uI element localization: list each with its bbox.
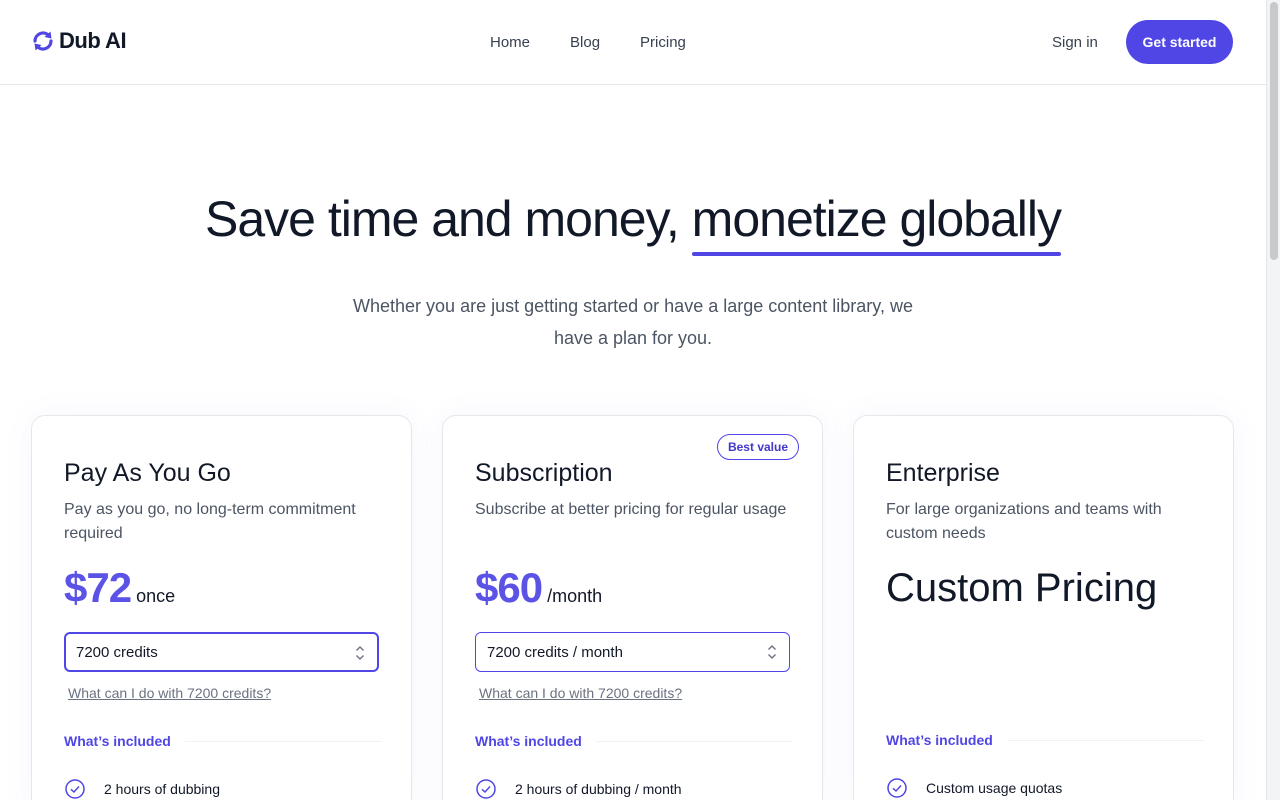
- plan-title: Enterprise: [886, 459, 1000, 487]
- main-nav: Home Blog Pricing: [490, 34, 686, 51]
- nav-home[interactable]: Home: [490, 34, 530, 51]
- brand-name: Dub AI: [59, 28, 127, 53]
- feature-item: 2 hours of dubbing / month: [475, 778, 682, 800]
- included-label: What’s included: [64, 733, 171, 749]
- page-scrollbar[interactable]: [1266, 0, 1280, 800]
- included-header: What’s included: [886, 732, 1204, 748]
- hero-subtitle: Whether you are just getting started or …: [353, 296, 913, 348]
- price-unit: /month: [547, 586, 603, 606]
- feature-item: 2 hours of dubbing: [64, 778, 220, 800]
- included-header: What’s included: [475, 733, 793, 749]
- best-value-badge: Best value: [716, 434, 799, 460]
- included-label: What’s included: [886, 732, 993, 748]
- plan-title: Subscription: [475, 459, 613, 487]
- plan-title: Pay As You Go: [64, 459, 231, 487]
- price-amount: $60: [475, 564, 543, 611]
- plan-card-subscription: Best value Subscription Subscribe at bet…: [442, 415, 823, 800]
- credits-select-value: 7200 credits / month: [487, 643, 623, 661]
- feature-item: Custom usage quotas: [886, 777, 1062, 799]
- hero-title: Save time and money, monetize globally: [0, 190, 1266, 256]
- feature-text: 2 hours of dubbing / month: [515, 781, 682, 797]
- chevron-updown-icon: [768, 645, 776, 659]
- plan-description: Subscribe at better pricing for regular …: [475, 501, 787, 518]
- refresh-logo-icon: [33, 31, 53, 51]
- nav-pricing[interactable]: Pricing: [640, 34, 686, 51]
- get-started-button[interactable]: Get started: [1126, 20, 1233, 64]
- check-circle-icon: [65, 779, 85, 799]
- scrollbar-thumb[interactable]: [1270, 2, 1278, 260]
- plan-description: For large organizations and teams with c…: [886, 501, 1162, 542]
- check-circle-icon: [476, 779, 496, 799]
- included-header: What’s included: [64, 733, 382, 749]
- credits-select[interactable]: 7200 credits / month: [475, 632, 790, 672]
- plan-card-enterprise: Enterprise For large organizations and t…: [853, 415, 1234, 800]
- divider: [184, 740, 382, 742]
- credits-info-link[interactable]: What can I do with 7200 credits?: [479, 685, 682, 701]
- plan-card-pay-as-you-go: Pay As You Go Pay as you go, no long-ter…: [31, 415, 412, 800]
- custom-pricing: Custom Pricing: [886, 566, 1158, 610]
- credits-select[interactable]: 7200 credits: [64, 632, 379, 672]
- site-header: Dub AI Home Blog Pricing Sign in Get sta…: [0, 0, 1266, 85]
- included-label: What’s included: [475, 733, 582, 749]
- price-unit: once: [136, 586, 176, 606]
- sign-in-link[interactable]: Sign in: [1052, 34, 1098, 51]
- plan-price: $72 once: [64, 564, 175, 612]
- feature-text: Custom usage quotas: [926, 780, 1063, 796]
- chevron-updown-icon: [356, 646, 364, 660]
- divider: [1006, 739, 1204, 741]
- feature-text: 2 hours of dubbing: [104, 781, 220, 797]
- check-circle-icon: [887, 778, 907, 798]
- plan-description: Pay as you go, no long-term commitment r…: [64, 501, 356, 542]
- nav-blog[interactable]: Blog: [570, 34, 600, 51]
- price-amount: $72: [64, 564, 132, 611]
- logo[interactable]: Dub AI: [31, 28, 127, 54]
- credits-info-link[interactable]: What can I do with 7200 credits?: [68, 685, 271, 701]
- hero-title-highlight: monetize globally: [691, 191, 1062, 256]
- plan-price: $60 /month: [475, 564, 602, 612]
- hero-title-plain: Save time and money,: [204, 191, 680, 247]
- divider: [595, 740, 793, 742]
- credits-select-value: 7200 credits: [76, 643, 158, 661]
